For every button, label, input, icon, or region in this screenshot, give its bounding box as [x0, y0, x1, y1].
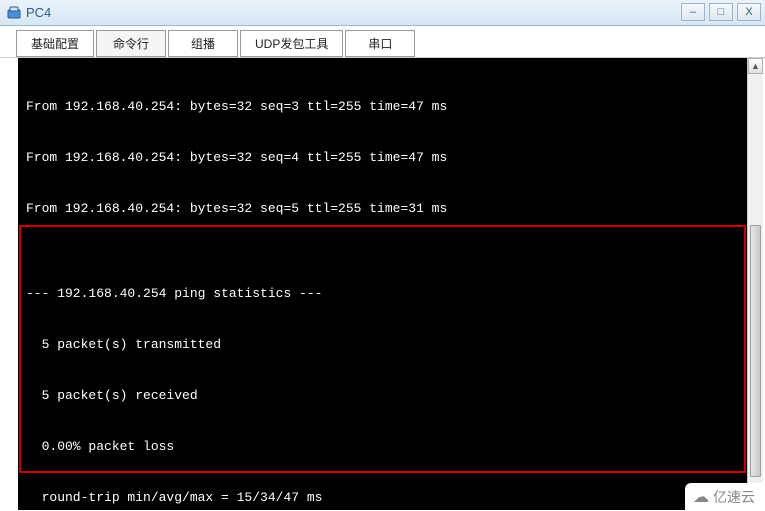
- term-line: round-trip min/avg/max = 15/34/47 ms: [26, 489, 739, 506]
- term-line: From 192.168.40.254: bytes=32 seq=4 ttl=…: [26, 149, 739, 166]
- window-titlebar: PC4 – □ X: [0, 0, 765, 26]
- tab-command-line[interactable]: 命令行: [96, 30, 166, 57]
- scroll-track[interactable]: [748, 74, 763, 494]
- term-line: From 192.168.40.254: bytes=32 seq=3 ttl=…: [26, 98, 739, 115]
- term-line: 5 packet(s) received: [26, 387, 739, 404]
- term-line: From 192.168.40.254: bytes=32 seq=5 ttl=…: [26, 200, 739, 217]
- close-button[interactable]: X: [737, 3, 761, 21]
- window-title: PC4: [26, 5, 51, 20]
- term-line: 0.00% packet loss: [26, 438, 739, 455]
- scroll-up-button[interactable]: ▲: [748, 58, 763, 74]
- window-controls: – □ X: [681, 3, 761, 21]
- vertical-scrollbar: ▲ ▼: [747, 58, 763, 510]
- term-line: 5 packet(s) transmitted: [26, 336, 739, 353]
- scroll-down-button[interactable]: ▼: [748, 494, 763, 510]
- terminal-container: From 192.168.40.254: bytes=32 seq=3 ttl=…: [0, 58, 765, 510]
- tab-serial[interactable]: 串口: [345, 30, 415, 57]
- term-line: --- 192.168.40.254 ping statistics ---: [26, 285, 739, 302]
- scroll-thumb[interactable]: [750, 225, 761, 477]
- tab-udp-tool[interactable]: UDP发包工具: [240, 30, 343, 57]
- tab-bar: 基础配置 命令行 组播 UDP发包工具 串口: [0, 26, 765, 58]
- minimize-button[interactable]: –: [681, 3, 705, 21]
- maximize-button[interactable]: □: [709, 3, 733, 21]
- tab-multicast[interactable]: 组播: [168, 30, 238, 57]
- terminal-output[interactable]: From 192.168.40.254: bytes=32 seq=3 ttl=…: [18, 58, 747, 510]
- app-icon: [6, 5, 22, 21]
- tab-basic-config[interactable]: 基础配置: [16, 30, 94, 57]
